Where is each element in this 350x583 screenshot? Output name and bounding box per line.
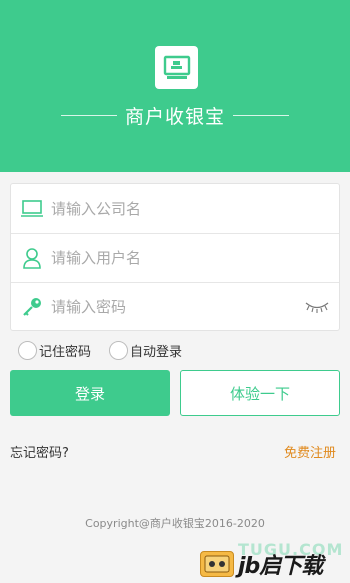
auto-login-radio[interactable] [109,340,129,360]
app-title-row: 商户收银宝 [0,100,350,130]
key-icon [21,296,43,318]
watermark: jb启下载 [200,548,348,580]
company-input[interactable] [51,193,301,224]
login-button[interactable]: 登录 [10,370,170,416]
login-form [10,183,340,331]
register-link[interactable]: 免费注册 [284,442,336,461]
auto-login-option[interactable]: 自动登录 [109,340,183,360]
remember-password-radio[interactable] [18,340,37,360]
password-field-row [11,282,339,331]
copyright-text: Copyright@商户收银宝2016-2020 [85,517,265,530]
cassette-icon [200,551,234,577]
user-icon [21,247,43,269]
try-demo-button[interactable]: 体验一下 [180,370,340,416]
title-divider-right [233,114,289,116]
username-field-row [11,233,339,282]
header-banner: 商户收银宝 [0,0,350,172]
forgot-password-link[interactable]: 忘记密码? [10,442,69,461]
password-input[interactable] [51,292,301,322]
eye-closed-icon[interactable] [305,300,329,314]
username-input[interactable] [51,243,301,273]
app-title: 商户收银宝 [124,105,225,128]
watermark-text: jb启下载 [238,554,323,579]
title-divider-left [60,114,117,116]
remember-password-option[interactable]: 记住密码 [18,340,92,360]
remember-password-label: 记住密码 [39,344,92,360]
cashier-terminal-icon [163,55,190,79]
auto-login-label: 自动登录 [130,344,183,360]
login-options: 记住密码 自动登录 [18,339,338,361]
app-logo [155,46,198,89]
monitor-icon [21,198,43,220]
company-field-row [11,184,339,233]
